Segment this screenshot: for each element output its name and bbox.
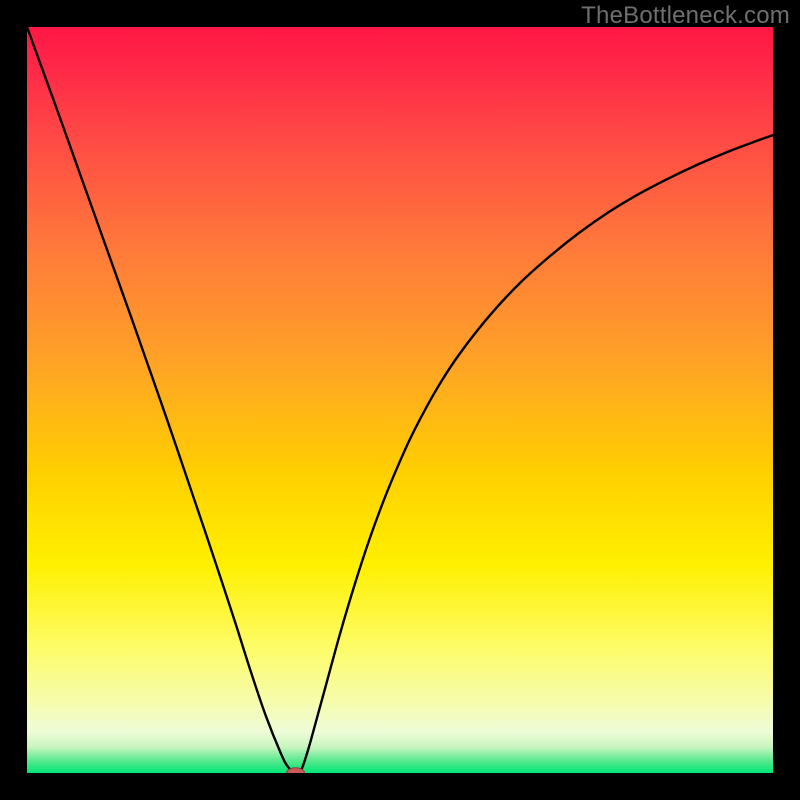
chart-frame: TheBottleneck.com [0, 0, 800, 800]
watermark-text: TheBottleneck.com [581, 2, 790, 30]
plot-area [27, 27, 773, 773]
gradient-background [27, 27, 773, 773]
bottleneck-chart [27, 27, 773, 773]
